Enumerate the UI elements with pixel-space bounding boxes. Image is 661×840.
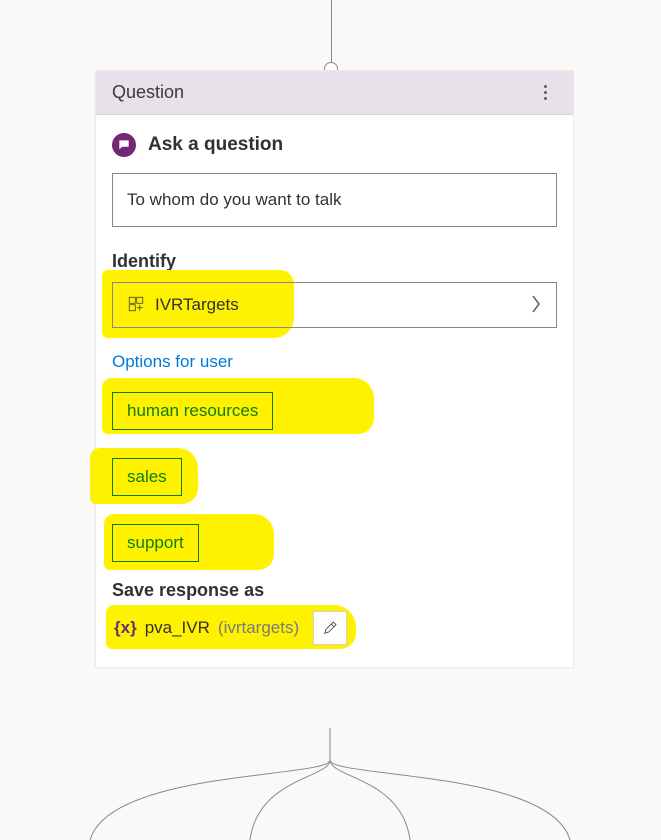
option-chip[interactable]: sales [112,458,182,496]
variable-row: {x} pva_IVR (ivrtargets) [112,611,557,645]
identify-entity-selector[interactable]: IVRTargets [112,282,557,328]
variable-icon: {x} [114,618,137,638]
chevron-right-icon [530,294,542,317]
identify-label: Identify [112,251,557,272]
question-text-input[interactable]: To whom do you want to talk [112,173,557,227]
save-response-label: Save response as [112,580,557,601]
identify-entity-name: IVRTargets [155,295,530,315]
variable-display[interactable]: {x} pva_IVR (ivrtargets) [112,614,305,642]
ask-question-label: Ask a question [148,134,283,156]
options-for-user-link[interactable]: Options for user [112,352,233,372]
option-chips-container: human resources sales support [112,392,557,562]
edit-variable-button[interactable] [313,611,347,645]
option-chip[interactable]: support [112,524,199,562]
node-type-label: Question [112,82,184,103]
question-node-card: Question Ask a question To whom do you w… [95,70,574,668]
chat-icon [112,133,136,157]
option-chip[interactable]: human resources [112,392,273,430]
more-options-button[interactable] [533,81,557,105]
connector-line-top [331,0,332,68]
variable-type: (ivrtargets) [218,618,299,638]
variable-name: pva_IVR [145,618,210,638]
entity-icon [127,295,145,316]
ask-question-row: Ask a question [112,133,557,157]
branch-connectors [0,728,661,840]
card-body: Ask a question To whom do you want to ta… [96,115,573,667]
card-header: Question [96,71,573,115]
